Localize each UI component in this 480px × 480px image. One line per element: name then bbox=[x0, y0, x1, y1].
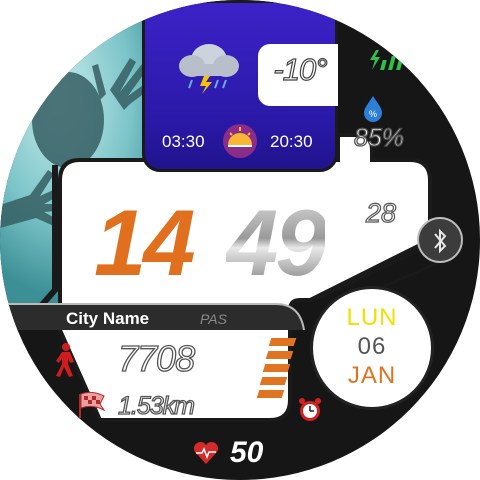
humidity-value: 85% bbox=[353, 123, 405, 152]
bluetooth-button[interactable] bbox=[417, 217, 463, 263]
temperature-value: -10° bbox=[273, 51, 328, 87]
distance-value: 1.53km bbox=[117, 391, 195, 420]
heart-rate-value: 50 bbox=[230, 436, 264, 469]
svg-text:%: % bbox=[369, 109, 377, 119]
date-month: JAN bbox=[347, 362, 397, 389]
walking-person-icon bbox=[56, 343, 74, 377]
activity-progress bbox=[256, 338, 298, 418]
city-bar-shape bbox=[0, 303, 305, 331]
time-hour: 14 bbox=[94, 190, 196, 295]
sunset-time: 20:30 bbox=[270, 132, 313, 151]
battery-charging-icon bbox=[370, 50, 405, 70]
bluetooth-icon bbox=[434, 228, 447, 254]
progress-segment bbox=[256, 390, 285, 398]
flag-icon bbox=[79, 391, 106, 418]
time-minute: 49 bbox=[226, 190, 328, 295]
progress-segment bbox=[259, 377, 288, 385]
date-weekday: LUN bbox=[346, 304, 398, 331]
steps-count: 7708 bbox=[117, 337, 195, 379]
steps-value: 7708 bbox=[117, 337, 195, 380]
city-tag: PAS bbox=[200, 311, 227, 327]
sunrise-sunset-icon bbox=[223, 124, 257, 158]
progress-segment bbox=[265, 351, 294, 359]
progress-segment bbox=[262, 364, 291, 372]
progress-segment bbox=[268, 338, 297, 346]
alarm-clock-icon[interactable] bbox=[296, 396, 324, 424]
heart-rate-icon bbox=[193, 441, 219, 464]
sunrise-time: 03:30 bbox=[162, 132, 205, 151]
city-name[interactable]: City Name bbox=[66, 309, 149, 329]
watch-face: -10° 03:30 20:30 % 85% 14 49 28 City Nam… bbox=[0, 0, 480, 480]
date-widget[interactable]: LUN 06 JAN bbox=[310, 286, 434, 410]
date-day: 06 bbox=[357, 333, 387, 360]
humidity-drop-icon: % bbox=[364, 96, 382, 122]
thunderstorm-cloud-icon bbox=[179, 44, 239, 94]
time-seconds: 28 bbox=[365, 197, 397, 228]
